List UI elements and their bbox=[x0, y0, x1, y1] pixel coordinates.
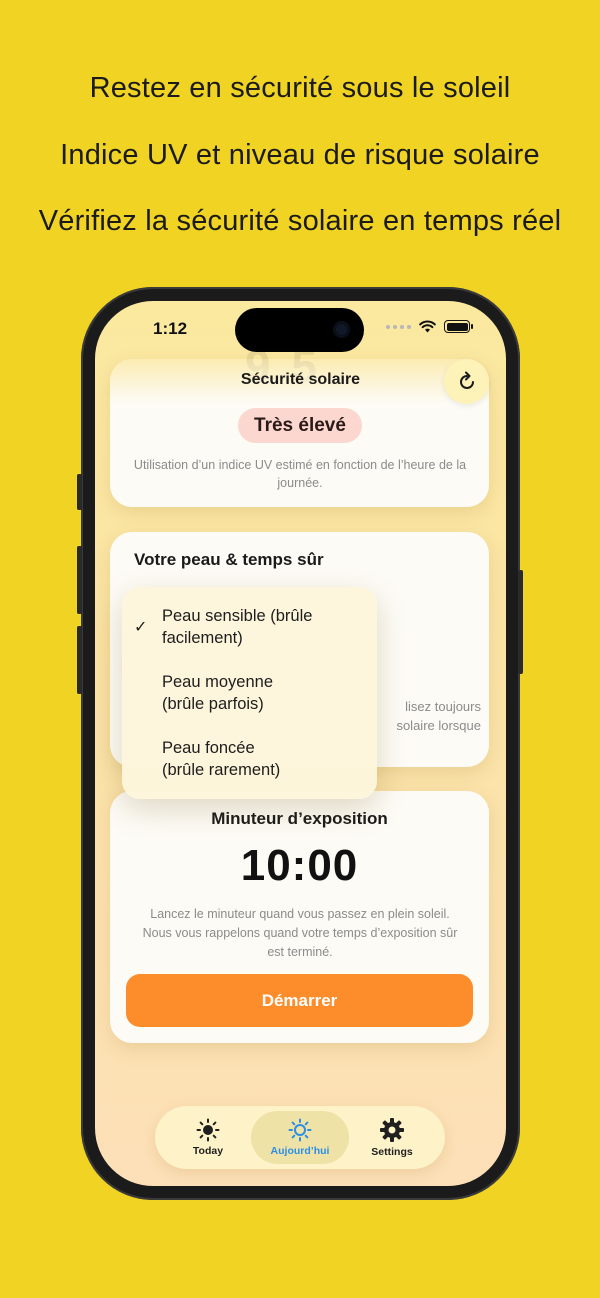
promo-headline-2: Indice UV et niveau de risque solaire bbox=[60, 139, 540, 171]
tab-aujourdhui[interactable]: Aujourd’hui bbox=[251, 1111, 349, 1164]
status-icons bbox=[386, 320, 473, 333]
refresh-icon bbox=[459, 371, 474, 389]
skin-type-menu: ✓ Peau sensible (brûle facilement) Peau … bbox=[122, 587, 377, 799]
skin-option-label-line-1: Peau sensible (brûle bbox=[162, 607, 313, 625]
status-time: 1:12 bbox=[153, 319, 188, 338]
timer-value: 10:00 bbox=[240, 841, 359, 890]
skin-option-medium[interactable]: Peau moyenne (brûle parfois) bbox=[122, 671, 377, 737]
risk-level-badge: Très élevé bbox=[238, 408, 362, 443]
signal-icon bbox=[386, 324, 411, 329]
camera-icon bbox=[333, 321, 350, 338]
promo-headline-3: Vérifiez la sécurité solaire en temps ré… bbox=[38, 205, 562, 237]
phone-volume-up bbox=[77, 546, 82, 614]
app-screen: 9 5 1:12 Sécurité solaire Très élevé Uti… bbox=[95, 301, 506, 1186]
tab-label: Today bbox=[192, 1145, 224, 1157]
skin-option-sensitive[interactable]: ✓ Peau sensible (brûle facilement) bbox=[122, 605, 377, 671]
skin-option-label-line-2: (brûle rarement) bbox=[162, 761, 281, 779]
skin-option-label-line-2: (brûle parfois) bbox=[162, 695, 264, 713]
refresh-button[interactable] bbox=[444, 359, 489, 404]
battery-icon bbox=[444, 320, 473, 333]
dynamic-island bbox=[235, 308, 364, 352]
wifi-icon bbox=[419, 320, 436, 333]
gear-icon bbox=[380, 1118, 404, 1142]
tab-label: Aujourd’hui bbox=[270, 1145, 330, 1157]
skin-option-label-line-1: Peau foncée bbox=[162, 739, 255, 757]
timer-title: Minuteur d’exposition bbox=[211, 809, 388, 828]
skin-card-title: Votre peau & temps sûr bbox=[134, 550, 324, 569]
sun-icon bbox=[288, 1118, 312, 1142]
phone-mute-switch bbox=[77, 474, 82, 510]
checkmark-icon: ✓ bbox=[134, 619, 148, 636]
timer-note: Lancez le minuteur quand vous passez en … bbox=[142, 907, 458, 959]
tab-today[interactable]: Today bbox=[159, 1111, 257, 1164]
uv-estimate-note: Utilisation d’un indice UV estimé en fon… bbox=[133, 458, 467, 490]
start-button[interactable]: Démarrer bbox=[126, 974, 473, 1027]
phone-power-button bbox=[518, 570, 523, 674]
skin-option-label-line-2: facilement) bbox=[162, 629, 243, 647]
sun-icon bbox=[196, 1118, 220, 1142]
skin-option-dark[interactable]: Peau foncée (brûle rarement) bbox=[122, 737, 377, 803]
tab-label: Settings bbox=[371, 1146, 413, 1158]
promo-headline-1: Restez en sécurité sous le soleil bbox=[89, 72, 511, 104]
tab-settings[interactable]: Settings bbox=[343, 1111, 441, 1164]
tab-bar: Today Aujourd’hui Settings bbox=[155, 1106, 445, 1169]
phone-volume-down bbox=[77, 626, 82, 694]
skin-option-label-line-1: Peau moyenne bbox=[162, 673, 273, 691]
